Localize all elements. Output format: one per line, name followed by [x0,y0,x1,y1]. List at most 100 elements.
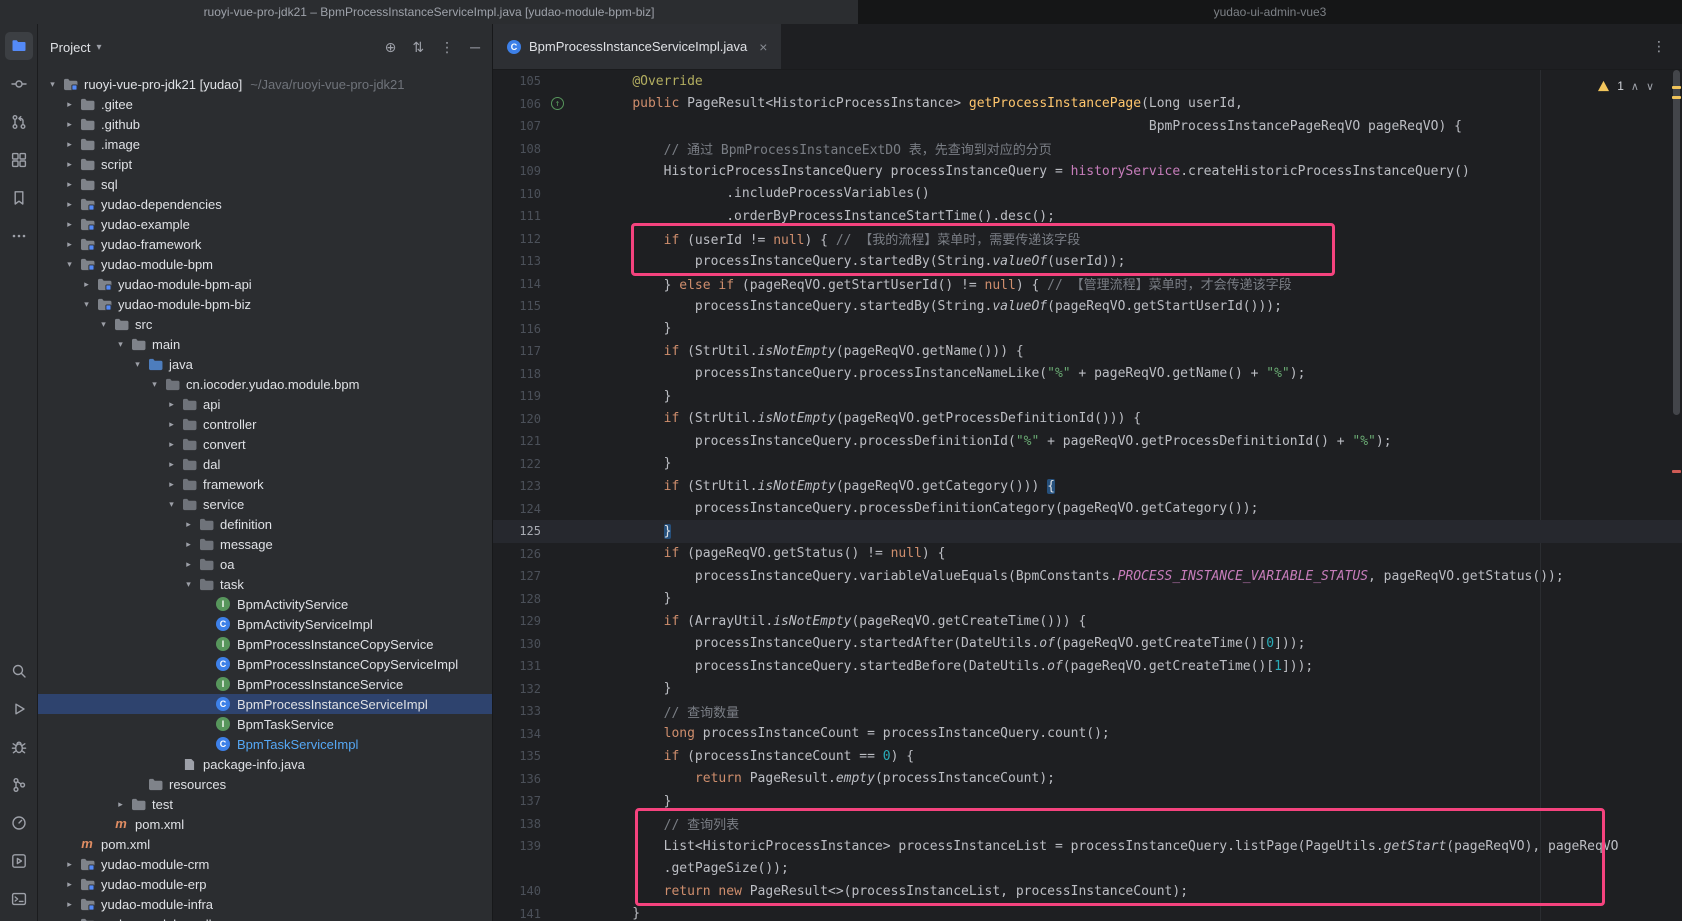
hide-icon[interactable]: ─ [470,39,480,56]
tree-item-convert[interactable]: ▸convert [38,434,492,454]
chevron-right-icon[interactable]: ▸ [163,399,180,410]
close-icon[interactable]: × [759,39,767,55]
line-number[interactable]: 137 [493,794,541,808]
chevron-down-icon[interactable]: ▾ [96,42,101,53]
tree-item-yudao-module-bpm[interactable]: ▾yudao-module-bpm [38,254,492,274]
tree-item-dal[interactable]: ▸dal [38,454,492,474]
line-number[interactable]: 129 [493,614,541,628]
services-icon[interactable] [5,847,33,875]
chevron-right-icon[interactable]: ▸ [61,139,78,150]
tree-item-definition[interactable]: ▸definition [38,514,492,534]
code-line-132[interactable]: 132 } [493,678,1682,701]
tree-item-bpmprocessinstanceservice[interactable]: IBpmProcessInstanceService [38,674,492,694]
code-line-121[interactable]: 121 processInstanceQuery.processDefiniti… [493,430,1682,453]
code-line-123[interactable]: 123 if (StrUtil.isNotEmpty(pageReqVO.get… [493,475,1682,498]
tree-item-oa[interactable]: ▸oa [38,554,492,574]
tree-item-.gitee[interactable]: ▸.gitee [38,94,492,114]
tree-item-java[interactable]: ▾java [38,354,492,374]
previous-problem-icon[interactable]: ∧ [1631,80,1639,93]
tree-item-framework[interactable]: ▸framework [38,474,492,494]
line-number[interactable]: 132 [493,682,541,696]
line-number[interactable]: 111 [493,209,541,223]
tree-item-test[interactable]: ▸test [38,794,492,814]
tree-item-yudao-module-bpm-biz[interactable]: ▾yudao-module-bpm-biz [38,294,492,314]
line-number[interactable]: 107 [493,119,541,133]
tree-item-yudao-module-crm[interactable]: ▸yudao-module-crm [38,854,492,874]
tree-item-service[interactable]: ▾service [38,494,492,514]
line-number[interactable]: 139 [493,839,541,853]
chevron-down-icon[interactable]: ▾ [78,299,95,310]
code-line-107[interactable]: 107 BpmProcessInstancePageReqVO pageReqV… [493,115,1682,138]
tree-item-bpmactivityserviceimpl[interactable]: CBpmActivityServiceImpl [38,614,492,634]
code-line-125[interactable]: 125 } [493,520,1682,543]
line-number[interactable]: 134 [493,727,541,741]
line-number[interactable]: 125 [493,524,541,538]
code-line-130[interactable]: 130 processInstanceQuery.startedAfter(Da… [493,633,1682,656]
project-icon[interactable] [5,32,33,60]
chevron-down-icon[interactable]: ▾ [180,579,197,590]
code-line-113[interactable]: 113 processInstanceQuery.startedBy(Strin… [493,250,1682,273]
bookmarks-icon[interactable] [5,184,33,212]
chevron-down-icon[interactable]: ▾ [112,339,129,350]
line-number[interactable]: 138 [493,817,541,831]
structure-icon[interactable] [5,146,33,174]
line-number[interactable]: 141 [493,907,541,921]
code-line-wrap[interactable]: .getPageSize()); [493,858,1682,881]
scrollbar-thumb[interactable] [1673,70,1680,415]
code-line-110[interactable]: 110 .includeProcessVariables() [493,183,1682,206]
code-line-138[interactable]: 138 // 查询列表 [493,813,1682,836]
line-number[interactable]: 108 [493,142,541,156]
tree-item-main[interactable]: ▾main [38,334,492,354]
chevron-right-icon[interactable]: ▸ [163,479,180,490]
tree-item-api[interactable]: ▸api [38,394,492,414]
code-line-109[interactable]: 109 HistoricProcessInstanceQuery process… [493,160,1682,183]
chevron-right-icon[interactable]: ▸ [61,879,78,890]
code-line-105[interactable]: 105 @Override [493,70,1682,93]
chevron-right-icon[interactable]: ▸ [180,559,197,570]
tree-item-package-info.java[interactable]: package-info.java [38,754,492,774]
overrides-method-icon[interactable]: ↑ [551,97,564,110]
line-number[interactable]: 120 [493,412,541,426]
tree-item-resources[interactable]: resources [38,774,492,794]
code-line-112[interactable]: 112 if (userId != null) { // 【我的流程】菜单时，需… [493,228,1682,251]
code-line-133[interactable]: 133 // 查询数量 [493,700,1682,723]
tree-item-yudao-dependencies[interactable]: ▸yudao-dependencies [38,194,492,214]
line-number[interactable]: 113 [493,254,541,268]
code-line-134[interactable]: 134 long processInstanceCount = processI… [493,723,1682,746]
terminal-icon[interactable] [5,885,33,913]
tree-item-yudao-example[interactable]: ▸yudao-example [38,214,492,234]
chevron-right-icon[interactable]: ▸ [61,239,78,250]
expand-collapse-icon[interactable]: ⇅ [412,39,424,56]
more-tools-icon[interactable] [5,222,33,250]
next-problem-icon[interactable]: ∨ [1646,80,1654,93]
chevron-down-icon[interactable]: ▾ [95,319,112,330]
chevron-down-icon[interactable]: ▾ [163,499,180,510]
more-options-icon[interactable]: ⋮ [440,39,454,56]
tree-item-script[interactable]: ▸script [38,154,492,174]
code-line-136[interactable]: 136 return PageResult.empty(processInsta… [493,768,1682,791]
line-number[interactable]: 116 [493,322,541,336]
tree-item-bpmprocessinstancecopyserviceimpl[interactable]: CBpmProcessInstanceCopyServiceImpl [38,654,492,674]
code-line-131[interactable]: 131 processInstanceQuery.startedBefore(D… [493,655,1682,678]
code-line-137[interactable]: 137 } [493,790,1682,813]
line-number[interactable]: 121 [493,434,541,448]
locate-icon[interactable]: ⊕ [385,39,397,56]
chevron-down-icon[interactable]: ▾ [146,379,163,390]
chevron-right-icon[interactable]: ▸ [61,219,78,230]
chevron-down-icon[interactable]: ▾ [44,79,61,90]
line-number[interactable]: 119 [493,389,541,403]
line-number[interactable]: 115 [493,299,541,313]
line-number[interactable]: 127 [493,569,541,583]
chevron-right-icon[interactable]: ▸ [61,859,78,870]
code-line-106[interactable]: 106↑ public PageResult<HistoricProcessIn… [493,93,1682,116]
commit-icon[interactable] [5,70,33,98]
chevron-right-icon[interactable]: ▸ [61,119,78,130]
tree-item-pom.xml[interactable]: mpom.xml [38,834,492,854]
code-line-124[interactable]: 124 processInstanceQuery.processDefiniti… [493,498,1682,521]
line-number[interactable]: 117 [493,344,541,358]
chevron-right-icon[interactable]: ▸ [112,799,129,810]
code-line-139[interactable]: 139 List<HistoricProcessInstance> proces… [493,835,1682,858]
code-editor[interactable]: 105 @Override106↑ public PageResult<Hist… [493,70,1682,921]
code-line-140[interactable]: 140 return new PageResult<>(processInsta… [493,880,1682,903]
tree-item-cn.iocoder.yudao.module.bpm[interactable]: ▾cn.iocoder.yudao.module.bpm [38,374,492,394]
